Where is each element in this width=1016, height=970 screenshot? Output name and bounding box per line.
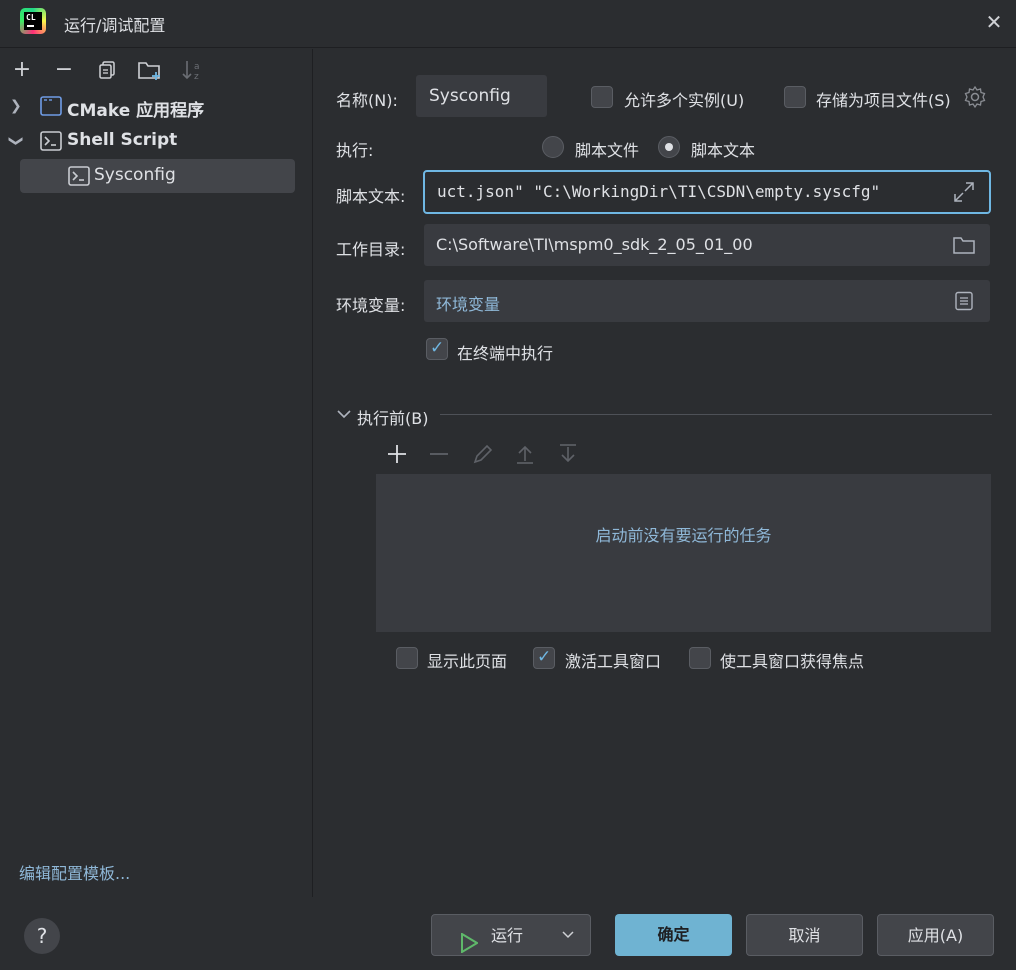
show-page-checkbox[interactable] [396,647,418,669]
task-toolbar [376,438,991,474]
copy-config-icon[interactable] [97,60,117,80]
collapse-chevron-icon[interactable] [336,406,352,422]
tree-item-cmake[interactable]: CMake 应用程序 [67,96,204,121]
ok-button[interactable]: 确定 [615,914,732,956]
allow-multiple-checkbox[interactable] [591,86,613,108]
allow-multiple-label: 允许多个实例(U) [624,91,745,110]
move-up-icon[interactable] [513,442,537,466]
svg-text:z: z [194,72,199,82]
add-config-icon[interactable]: + [8,56,36,84]
add-task-icon[interactable] [385,442,409,466]
script-text-value: uct.json" "C:\WorkingDir\TI\CSDN\empty.s… [437,182,881,201]
move-down-icon[interactable] [556,442,580,466]
window-title: 运行/调试配置 [64,16,166,35]
activate-tool-window-checkbox[interactable] [533,647,555,669]
gear-icon[interactable] [963,85,987,109]
script-text-label: 脚本文本: [336,187,406,206]
apply-button[interactable]: 应用(A) [877,914,994,956]
env-placeholder: 环境变量 [436,295,501,314]
folder-icon[interactable] [952,234,976,256]
store-as-file-label: 存储为项目文件(S) [816,91,951,110]
workdir-value: C:\Software\TI\mspm0_sdk_2_05_01_00 [436,235,753,254]
radio-script-text[interactable] [658,136,680,158]
before-launch-title[interactable]: 执行前(B) [357,405,428,429]
close-icon[interactable]: ✕ [982,10,1006,34]
clion-logo-icon: CL [20,8,46,34]
workdir-label: 工作目录: [336,240,406,259]
focus-tool-window-checkbox[interactable] [689,647,711,669]
svg-text:a: a [194,62,200,72]
activate-tool-window-label: 激活工具窗口 [565,652,662,671]
radio-script-file[interactable] [542,136,564,158]
new-folder-icon[interactable] [137,58,163,82]
chevron-down-icon[interactable]: ❯ [8,135,24,147]
focus-tool-window-label: 使工具窗口获得焦点 [720,652,865,671]
env-label: 环境变量: [336,296,406,315]
remove-task-icon[interactable] [427,442,451,466]
execute-label: 执行: [336,141,374,160]
name-value: Sysconfig [429,86,511,106]
run-button[interactable]: 运行 [431,914,591,956]
env-field[interactable]: 环境变量 [424,280,990,322]
empty-task-message: 启动前没有要运行的任务 [595,526,772,545]
section-divider [440,414,992,415]
run-play-icon [460,927,479,954]
sort-icon[interactable]: az [181,58,205,82]
name-label: 名称(N): [336,91,398,110]
chevron-right-icon[interactable]: ❯ [10,98,22,114]
edit-template-link[interactable]: 编辑配置模板... [19,860,130,884]
run-dropdown-chevron-icon[interactable] [560,915,584,955]
shell-script-icon [68,166,90,186]
run-label: 运行 [491,926,524,945]
store-as-file-checkbox[interactable] [784,86,806,108]
run-in-terminal-checkbox[interactable] [426,338,448,360]
logo-text: CL [26,13,36,22]
workdir-field[interactable]: C:\Software\TI\mspm0_sdk_2_05_01_00 [424,224,990,266]
script-text-field[interactable]: uct.json" "C:\WorkingDir\TI\CSDN\empty.s… [423,170,991,214]
tree-item-sysconfig[interactable]: Sysconfig [94,165,176,185]
cancel-button[interactable]: 取消 [746,914,863,956]
remove-config-icon[interactable]: − [50,56,78,84]
radio-script-file-label: 脚本文件 [575,141,640,160]
edit-task-icon[interactable] [471,442,495,466]
shell-script-icon [40,131,62,151]
list-edit-icon[interactable] [954,291,974,311]
tree-item-shell-script[interactable]: Shell Script [67,130,177,150]
help-button[interactable]: ? [24,918,60,954]
run-in-terminal-label: 在终端中执行 [457,344,554,363]
cmake-app-icon [40,96,62,116]
radio-script-text-label: 脚本文本 [691,141,756,160]
name-field[interactable]: Sysconfig [416,75,547,117]
before-launch-task-list[interactable] [376,474,991,632]
show-page-label: 显示此页面 [427,652,508,671]
expand-icon[interactable] [952,180,976,204]
